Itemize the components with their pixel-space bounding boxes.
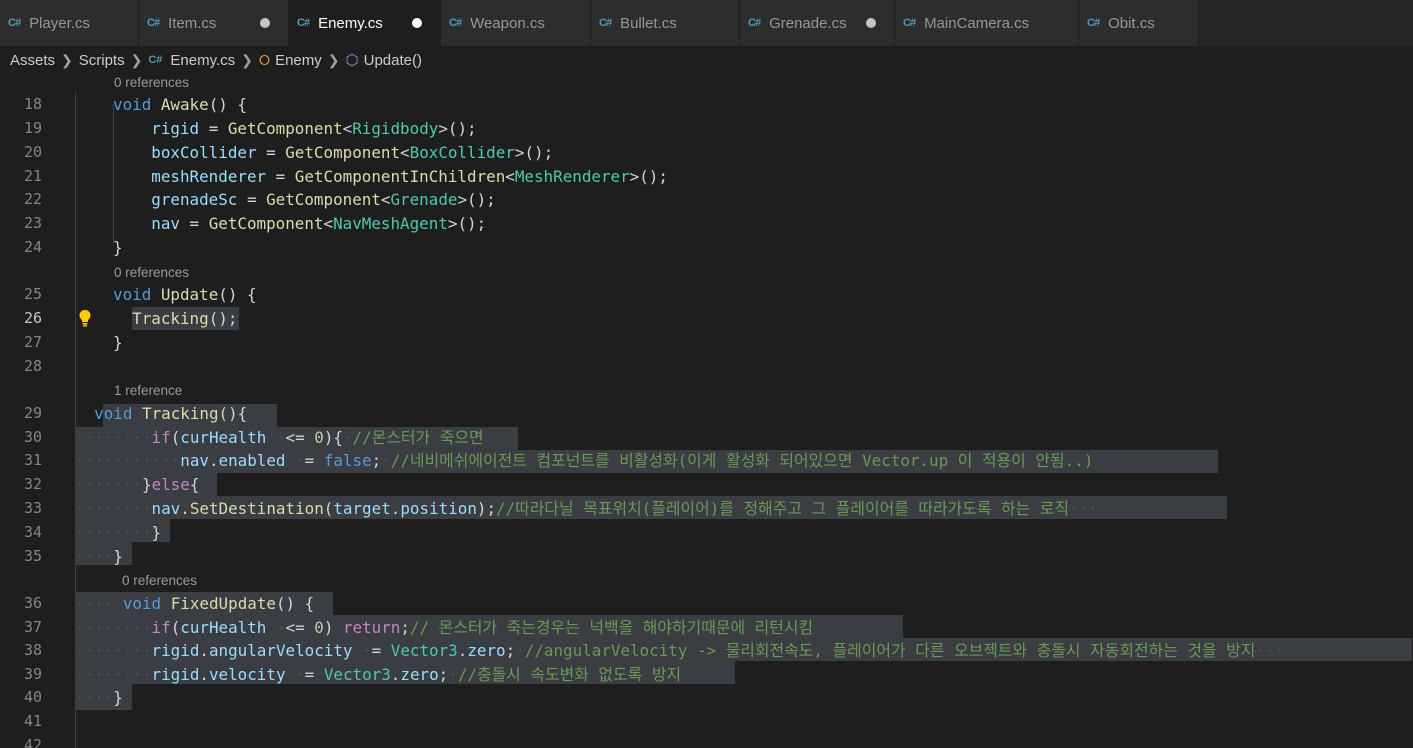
line-number: 30 — [23, 428, 42, 446]
tab-item[interactable]: C# Item.cs — [139, 0, 289, 46]
code-line[interactable]: ········if(curHealth ·<= 0) return;// 몬스… — [75, 616, 813, 639]
line-number: 42 — [23, 736, 42, 748]
code-line[interactable]: ········rigid.angularVelocity ·= Vector3… — [75, 639, 1284, 662]
breadcrumb-method[interactable]: Update() — [364, 52, 422, 69]
csharp-file-icon: C# — [748, 17, 761, 29]
code-line[interactable]: ········nav.SetDestination(target.positi… — [75, 497, 1098, 520]
line-number: 38 — [23, 641, 42, 659]
line-number: 37 — [23, 618, 42, 636]
breadcrumb-class[interactable]: Enemy — [275, 52, 322, 69]
tab-player[interactable]: C# Player.cs — [0, 0, 139, 46]
csharp-file-icon: C# — [1087, 17, 1100, 29]
code-line[interactable]: ···· void FixedUpdate() { — [75, 592, 314, 615]
line-number: 18 — [23, 95, 42, 113]
tab-label: Grenade.cs — [769, 14, 847, 32]
code-line[interactable]: ····} — [75, 545, 123, 568]
tab-label: MainCamera.cs — [924, 14, 1030, 32]
line-number: 23 — [23, 214, 42, 232]
csharp-file-icon: C# — [148, 54, 163, 66]
tab-label: Enemy.cs — [318, 14, 383, 32]
code-line[interactable]: void Tracking(){ — [75, 402, 247, 425]
line-number: 25 — [23, 285, 42, 303]
code-line[interactable]: nav = GetComponent<NavMeshAgent>(); — [113, 212, 486, 235]
lightbulb-icon[interactable] — [78, 309, 92, 327]
line-number: 34 — [23, 523, 42, 541]
line-number: 41 — [23, 712, 42, 730]
tab-label: Item.cs — [168, 14, 217, 32]
chevron-right-icon: ❯ — [241, 51, 253, 68]
code-line[interactable]: ·······}else{ — [75, 473, 199, 496]
csharp-file-icon: C# — [903, 17, 916, 29]
tab-label: Obit.cs — [1108, 14, 1155, 32]
tab-weapon[interactable]: C# Weapon.cs — [441, 0, 591, 46]
chevron-right-icon: ❯ — [327, 51, 340, 68]
csharp-file-icon: C# — [297, 17, 310, 29]
unsaved-dot-icon[interactable] — [412, 18, 422, 28]
code-line[interactable]: } — [113, 331, 123, 354]
codelens-references[interactable]: 0 references — [122, 572, 197, 590]
class-symbol-icon: ⭘ — [258, 51, 271, 68]
breadcrumb: Assets ❯ Scripts ❯ C# Enemy.cs ❯ ⭘ Enemy… — [0, 46, 1413, 74]
line-number: 20 — [23, 143, 42, 161]
code-line[interactable]: ···········nav.enabled ·= false;·//네비메쉬에… — [75, 449, 1093, 472]
tab-label: Bullet.cs — [620, 14, 677, 32]
tab-label: Weapon.cs — [470, 14, 545, 32]
code-line[interactable]: rigid = GetComponent<Rigidbody>(); — [113, 117, 476, 140]
chevron-right-icon: ❯ — [61, 51, 73, 68]
line-number: 40 — [23, 688, 42, 706]
code-line[interactable]: } — [113, 236, 123, 259]
code-line[interactable]: void Update() { — [113, 283, 257, 306]
csharp-file-icon: C# — [599, 17, 612, 29]
line-number: 31 — [23, 451, 42, 469]
tab-obit[interactable]: C# Obit.cs — [1079, 0, 1199, 46]
line-number: 39 — [23, 665, 42, 683]
line-number: 24 — [23, 238, 42, 256]
line-number: 26 — [23, 309, 42, 327]
line-number: 32 — [23, 475, 42, 493]
code-line[interactable]: void Awake() { — [113, 93, 247, 116]
tab-enemy[interactable]: C# Enemy.cs — [289, 0, 441, 46]
chevron-right-icon: ❯ — [130, 51, 143, 68]
line-number: 36 — [23, 594, 42, 612]
code-line[interactable]: ········if(curHealth ·<= 0){·//몬스터가 죽으면 — [75, 426, 484, 449]
tab-label: Player.cs — [29, 14, 90, 32]
tab-bar: C# Player.cs C# Item.cs C# Enemy.cs C# Weapon.c… — [0, 0, 1413, 46]
breadcrumb-file[interactable]: Enemy.cs — [170, 52, 235, 69]
code-line[interactable]: meshRenderer = GetComponentInChildren<Me… — [113, 165, 668, 188]
code-line[interactable]: ········rigid.velocity ·= Vector3.zero;·… — [75, 663, 681, 686]
line-number: 28 — [23, 357, 42, 375]
csharp-file-icon: C# — [147, 17, 160, 29]
code-line[interactable]: Tracking(); — [113, 307, 237, 330]
code-line[interactable]: ········} — [75, 521, 161, 544]
code-line[interactable]: ····} — [75, 686, 123, 709]
line-number: 22 — [23, 190, 42, 208]
breadcrumb-assets[interactable]: Assets — [10, 52, 55, 69]
csharp-file-icon: C# — [449, 17, 462, 29]
method-symbol-icon: ⬡ — [345, 52, 359, 69]
tab-bullet[interactable]: C# Bullet.cs — [591, 0, 740, 46]
line-number: 33 — [23, 499, 42, 517]
codelens-references[interactable]: 0 references — [114, 74, 189, 92]
unsaved-dot-icon[interactable] — [866, 18, 876, 28]
line-number: 29 — [23, 404, 42, 422]
csharp-file-icon: C# — [8, 17, 21, 29]
code-editor[interactable]: 0 references 0 references 1 reference 0 … — [0, 74, 1413, 748]
tab-grenade[interactable]: C# Grenade.cs — [740, 0, 895, 46]
tab-maincamera[interactable]: C# MainCamera.cs — [895, 0, 1079, 46]
line-number: 19 — [23, 119, 42, 137]
code-line[interactable]: grenadeSc = GetComponent<Grenade>(); — [113, 188, 495, 211]
codelens-references[interactable]: 0 references — [114, 264, 189, 282]
line-number: 35 — [23, 547, 42, 565]
code-line[interactable]: boxCollider = GetComponent<BoxCollider>(… — [113, 141, 553, 164]
line-number: 27 — [23, 333, 42, 351]
line-number: 21 — [23, 167, 42, 185]
unsaved-dot-icon[interactable] — [260, 18, 270, 28]
codelens-references[interactable]: 1 reference — [114, 382, 182, 400]
breadcrumb-scripts[interactable]: Scripts — [79, 52, 125, 69]
